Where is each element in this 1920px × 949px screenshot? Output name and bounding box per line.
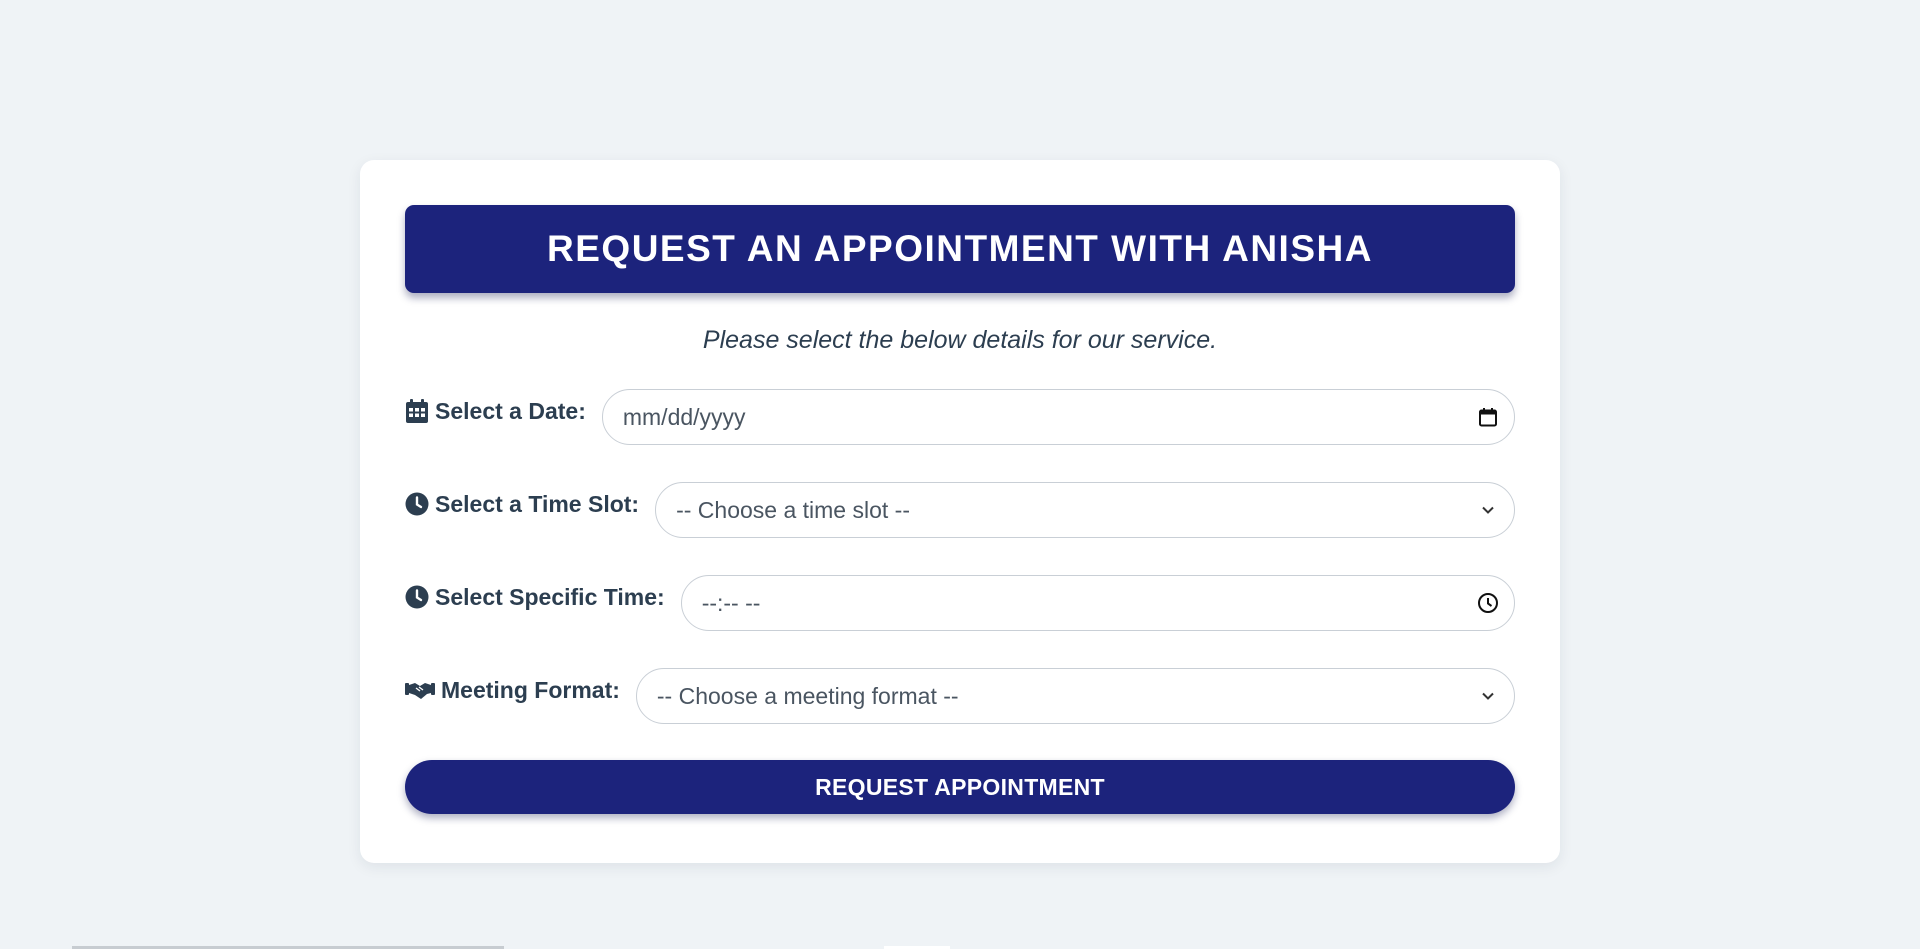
calendar-icon	[405, 399, 429, 423]
time-slot-label: Select a Time Slot:	[405, 491, 639, 518]
request-appointment-button[interactable]: REQUEST APPOINTMENT	[405, 760, 1515, 814]
meeting-format-select[interactable]: -- Choose a meeting format --	[635, 668, 1515, 724]
date-label: Select a Date:	[405, 398, 586, 425]
specific-time-label-text: Select Specific Time:	[435, 583, 665, 610]
handshake-icon	[405, 678, 435, 702]
time-slot-label-text: Select a Time Slot:	[435, 490, 640, 517]
page-subtitle: Please select the below details for our …	[702, 326, 1218, 354]
specific-time-input[interactable]: --:-- --	[680, 575, 1515, 631]
time-slot-select-value: -- Choose a time slot --	[676, 496, 910, 523]
clock-icon	[405, 585, 429, 609]
title-banner: REQUEST AN APPOINTMENT WITH ANISHA	[405, 205, 1515, 293]
specific-time-label: Select Specific Time:	[405, 584, 665, 611]
time-picker-icon[interactable]	[1476, 591, 1500, 615]
meeting-format-label: Meeting Format:	[405, 677, 620, 704]
chevron-down-icon	[1476, 684, 1500, 708]
date-label-text: Select a Date:	[435, 397, 586, 424]
date-row: Select a Date: mm/dd/yyyy	[405, 388, 1515, 446]
meeting-format-row: Meeting Format: -- Choose a meeting form…	[405, 667, 1515, 725]
time-slot-row: Select a Time Slot: -- Choose a time slo…	[405, 481, 1515, 539]
date-input[interactable]: mm/dd/yyyy	[601, 389, 1515, 445]
date-picker-icon[interactable]	[1476, 405, 1500, 429]
meeting-format-select-value: -- Choose a meeting format --	[656, 682, 959, 709]
date-input-value: mm/dd/yyyy	[622, 403, 746, 430]
clock-icon	[405, 492, 429, 516]
specific-time-row: Select Specific Time: --:-- --	[405, 574, 1515, 632]
chevron-down-icon	[1476, 498, 1500, 522]
appointment-card: REQUEST AN APPOINTMENT WITH ANISHA Pleas…	[360, 160, 1560, 863]
meeting-format-label-text: Meeting Format:	[441, 676, 620, 703]
page-title: REQUEST AN APPOINTMENT WITH ANISHA	[547, 228, 1373, 269]
time-slot-select[interactable]: -- Choose a time slot --	[655, 482, 1515, 538]
specific-time-input-value: --:-- --	[701, 589, 761, 616]
